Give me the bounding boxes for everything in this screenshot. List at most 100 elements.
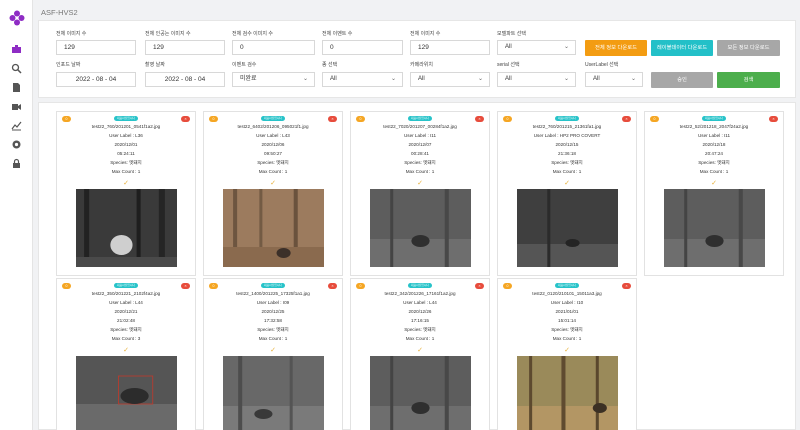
camera-trap-photo[interactable] bbox=[76, 189, 177, 267]
chevron-down-icon: ⌄ bbox=[390, 76, 396, 82]
species: Species: 멧돼지 bbox=[551, 160, 583, 165]
camera-trap-photo[interactable] bbox=[223, 189, 324, 267]
image-card[interactable]: 0 대표사진입니다 × test22_7020/201207_00284f1a2.jp… bbox=[350, 111, 490, 276]
model-select[interactable]: All ⌄ bbox=[497, 40, 576, 55]
camera-trap-photo[interactable] bbox=[223, 356, 324, 430]
capture-date: 2020/12/07 bbox=[408, 142, 432, 147]
model-select-label: 모델파트 선택 bbox=[497, 31, 526, 37]
capture-time: 21:02:48 bbox=[117, 318, 135, 323]
image-card[interactable]: 0 대표사진입니다 × test22_760/201201_0541f1a2.jpg U… bbox=[56, 111, 196, 276]
user-label: User Label : L36 bbox=[109, 133, 143, 138]
capture-date: 2020/12/21 bbox=[114, 309, 138, 314]
chevron-down-icon: ⌄ bbox=[563, 76, 569, 82]
camera-trap-photo[interactable] bbox=[664, 189, 765, 267]
camera-trap-photo[interactable] bbox=[370, 189, 471, 267]
capture-time: 05:24:11 bbox=[117, 151, 135, 156]
species: Species: 멧돼지 bbox=[257, 327, 289, 332]
species-select[interactable]: All ⌄ bbox=[322, 72, 403, 87]
cancel-button[interactable]: 승인 bbox=[651, 72, 713, 88]
serial-select[interactable]: All ⌄ bbox=[497, 72, 576, 87]
userlabel-select[interactable]: All ⌄ bbox=[585, 72, 643, 87]
filename: test22_0120/210101_15011a3.jpg bbox=[532, 291, 602, 296]
gear-icon[interactable] bbox=[10, 138, 23, 151]
chevron-down-icon: ⌄ bbox=[630, 76, 636, 82]
camera-trap-photo[interactable] bbox=[517, 356, 618, 430]
capture-date: 2020/12/18 bbox=[702, 142, 726, 147]
filename: test22_342/201226_17161f1a2.jpg bbox=[384, 291, 456, 296]
video-icon[interactable] bbox=[10, 100, 23, 113]
download-label-button[interactable]: 레이블데이터 다운로드 bbox=[651, 40, 713, 56]
max-count: Max Count : 1 bbox=[405, 169, 435, 174]
total-inference-label: 전체 인공는 이미지 수 bbox=[145, 31, 191, 37]
check-icon[interactable]: ✓ bbox=[204, 346, 342, 354]
camera-icon[interactable] bbox=[10, 43, 23, 56]
user-label: User Label : I10 bbox=[550, 300, 584, 305]
filename: test22_52/201218_2047f24a2.jpg bbox=[679, 124, 749, 129]
total-reviewed-field[interactable]: 0 bbox=[232, 40, 315, 55]
image-card[interactable]: 0 대표사진입니다 × test22_0120/210101_15011a3.jpg U… bbox=[497, 278, 637, 430]
camera-trap-photo[interactable] bbox=[76, 356, 177, 430]
close-icon[interactable]: × bbox=[328, 116, 337, 122]
species: Species: 멧돼지 bbox=[404, 327, 436, 332]
capture-time: 17:16:15 bbox=[411, 318, 429, 323]
image-card[interactable]: 0 대표사진입니다 × test22_52/201218_2047f24a2.jpg U… bbox=[644, 111, 784, 276]
download-all-button[interactable]: 전체 정보 다운로드 bbox=[585, 40, 647, 56]
download-full-button[interactable]: 모든 정보 다운로드 bbox=[717, 40, 780, 56]
model-select-value: All bbox=[505, 44, 512, 50]
image-card[interactable]: 0 대표사진입니다 × test22_350/201221_2102f4a2.jpg U… bbox=[56, 278, 196, 430]
search-icon[interactable] bbox=[10, 62, 23, 75]
species: Species: 멧돼지 bbox=[257, 160, 289, 165]
representative-tag: 대표사진입니다 bbox=[261, 283, 285, 288]
count-badge: 0 bbox=[503, 283, 512, 289]
user-label: User Label : HP2 PRO COVERT bbox=[533, 133, 601, 138]
total-images-field[interactable]: 129 bbox=[56, 40, 136, 55]
check-icon[interactable]: ✓ bbox=[498, 179, 636, 187]
image-card[interactable]: 0 대표사진입니다 × test22_6402/201206_095021f1.jpg… bbox=[203, 111, 343, 276]
check-icon[interactable]: ✓ bbox=[204, 179, 342, 187]
check-icon[interactable]: ✓ bbox=[57, 346, 195, 354]
event-review-select[interactable]: 미완료 ⌄ bbox=[232, 72, 315, 87]
close-icon[interactable]: × bbox=[622, 116, 631, 122]
close-icon[interactable]: × bbox=[181, 116, 190, 122]
camera-trap-photo[interactable] bbox=[517, 189, 618, 267]
close-icon[interactable]: × bbox=[769, 116, 778, 122]
count-badge: 0 bbox=[356, 283, 365, 289]
user-label: User Label : L44 bbox=[109, 300, 143, 305]
representative-tag: 대표사진입니다 bbox=[114, 116, 138, 121]
close-icon[interactable]: × bbox=[475, 283, 484, 289]
search-button[interactable]: 검색 bbox=[717, 72, 780, 88]
chevron-down-icon: ⌄ bbox=[563, 44, 569, 50]
check-icon[interactable]: ✓ bbox=[645, 179, 783, 187]
filename: test22_350/201221_2102f4a2.jpg bbox=[91, 291, 161, 296]
close-icon[interactable]: × bbox=[622, 283, 631, 289]
image-card[interactable]: 0 대표사진입니다 × test22_1400/201225_17325f1a1.jp… bbox=[203, 278, 343, 430]
check-icon[interactable]: ✓ bbox=[351, 179, 489, 187]
camera-select[interactable]: All ⌄ bbox=[410, 72, 490, 87]
count-badge: 0 bbox=[62, 283, 71, 289]
serial-select-label: serial 선택 bbox=[497, 62, 520, 68]
total-inference-field[interactable]: 129 bbox=[145, 40, 225, 55]
start-date-field[interactable]: 2022 - 08 - 04 bbox=[56, 72, 136, 87]
chart-icon[interactable] bbox=[10, 119, 23, 132]
document-icon[interactable] bbox=[10, 81, 23, 94]
total-images-2-field[interactable]: 129 bbox=[410, 40, 490, 55]
camera-trap-photo[interactable] bbox=[370, 356, 471, 430]
capture-date: 2020/12/25 bbox=[261, 309, 285, 314]
event-review-label: 이벤트 검수 bbox=[232, 62, 257, 68]
capture-date-field[interactable]: 2022 - 08 - 04 bbox=[145, 72, 225, 87]
lock-icon[interactable] bbox=[10, 157, 23, 170]
capture-time: 17:32:58 bbox=[264, 318, 282, 323]
max-count: Max Count : 1 bbox=[258, 336, 288, 341]
image-card[interactable]: 0 대표사진입니다 × test22_342/201226_17161f1a2.jpg… bbox=[350, 278, 490, 430]
image-card[interactable]: 0 대표사진입니다 × test22_760/201215_21361fa1.jpg U… bbox=[497, 111, 637, 276]
species: Species: 멧돼지 bbox=[110, 160, 142, 165]
check-icon[interactable]: ✓ bbox=[351, 346, 489, 354]
check-icon[interactable]: ✓ bbox=[498, 346, 636, 354]
close-icon[interactable]: × bbox=[328, 283, 337, 289]
close-icon[interactable]: × bbox=[181, 283, 190, 289]
check-icon[interactable]: ✓ bbox=[57, 179, 195, 187]
user-label: User Label : I11 bbox=[403, 133, 437, 138]
close-icon[interactable]: × bbox=[475, 116, 484, 122]
user-label: User Label : L43 bbox=[256, 133, 290, 138]
total-events-field[interactable]: 0 bbox=[322, 40, 403, 55]
